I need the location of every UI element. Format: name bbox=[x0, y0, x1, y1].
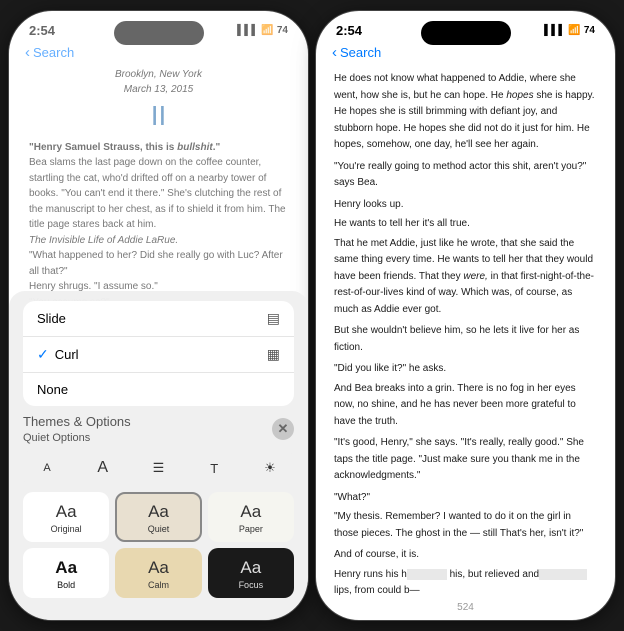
book-content: Brooklyn, New YorkMarch 13, 2015 II "Hen… bbox=[9, 67, 308, 326]
theme-focus[interactable]: Aa Focus bbox=[208, 548, 294, 598]
right-wifi-icon: 📶 bbox=[568, 25, 580, 36]
reading-content: He does not know what happened to Addie,… bbox=[316, 67, 615, 596]
theme-label-quiet: Quiet bbox=[148, 524, 170, 534]
left-back-button[interactable]: ‹ Search bbox=[25, 44, 74, 61]
none-label: None bbox=[37, 382, 68, 397]
option-left-slide: Slide bbox=[37, 311, 66, 326]
themes-title: Themes & Options Quiet Options bbox=[23, 414, 131, 444]
theme-aa-paper: Aa bbox=[216, 502, 286, 522]
back-chevron-icon: ‹ bbox=[25, 44, 30, 61]
left-screen: 2:54 ▌▌▌ 📶 74 ‹ Search Brooklyn, New bbox=[9, 11, 308, 620]
check-icon: ✓ bbox=[37, 346, 49, 363]
dynamic-island-left bbox=[114, 21, 204, 45]
theme-label-bold: Bold bbox=[57, 580, 75, 590]
app-container: 2:54 ▌▌▌ 📶 74 ‹ Search Brooklyn, New bbox=[0, 0, 624, 631]
slide-icon: ▤ bbox=[267, 310, 280, 327]
theme-grid: Aa Original Aa Quiet Aa Paper Aa Bold bbox=[23, 492, 294, 598]
right-back-button[interactable]: ‹ Search bbox=[332, 44, 381, 61]
theme-label-paper: Paper bbox=[239, 524, 263, 534]
themes-header: Themes & Options Quiet Options ✕ bbox=[23, 414, 294, 444]
close-button[interactable]: ✕ bbox=[272, 418, 294, 440]
slide-option-slide[interactable]: Slide ▤ bbox=[23, 301, 294, 337]
curl-label: Curl bbox=[55, 347, 79, 362]
theme-aa-calm: Aa bbox=[123, 558, 193, 578]
right-time: 2:54 bbox=[336, 23, 362, 38]
right-back-chevron-icon: ‹ bbox=[332, 44, 337, 61]
theme-bold[interactable]: Aa Bold bbox=[23, 548, 109, 598]
theme-label-calm: Calm bbox=[148, 580, 169, 590]
curl-icon: ▦ bbox=[267, 346, 280, 363]
book-location: Brooklyn, New YorkMarch 13, 2015 bbox=[29, 67, 288, 97]
right-phone: 2:54 ▌▌▌ 📶 74 ‹ Search He does not know … bbox=[315, 10, 616, 621]
slide-option-none[interactable]: None bbox=[23, 373, 294, 406]
left-nav-bar: ‹ Search bbox=[9, 42, 308, 67]
right-nav-bar: ‹ Search bbox=[316, 42, 615, 67]
overlay-panel: Slide ▤ ✓ Curl ▦ None bbox=[9, 291, 308, 620]
brightness-button[interactable]: ☀ bbox=[254, 454, 286, 482]
right-status-icons: ▌▌▌ 📶 74 bbox=[544, 25, 595, 36]
theme-aa-bold: Aa bbox=[31, 558, 101, 578]
theme-label-original: Original bbox=[51, 524, 82, 534]
theme-aa-original: Aa bbox=[31, 502, 101, 522]
theme-original[interactable]: Aa Original bbox=[23, 492, 109, 542]
wifi-icon: 📶 bbox=[261, 25, 273, 36]
signal-icon: ▌▌▌ bbox=[237, 25, 258, 36]
slide-label: Slide bbox=[37, 311, 66, 326]
theme-quiet[interactable]: Aa Quiet bbox=[115, 492, 201, 542]
slide-option-curl[interactable]: ✓ Curl ▦ bbox=[23, 337, 294, 373]
left-time: 2:54 bbox=[29, 23, 55, 38]
left-status-icons: ▌▌▌ 📶 74 bbox=[237, 25, 288, 36]
battery-icon: 74 bbox=[277, 25, 288, 36]
themes-subtitle: Quiet Options bbox=[23, 432, 90, 444]
font-toolbar: A A ☰ T ☀ bbox=[23, 450, 294, 486]
right-screen: 2:54 ▌▌▌ 📶 74 ‹ Search He does not know … bbox=[316, 11, 615, 620]
slide-options-list: Slide ▤ ✓ Curl ▦ None bbox=[23, 301, 294, 406]
theme-calm[interactable]: Aa Calm bbox=[115, 548, 201, 598]
dynamic-island-right bbox=[421, 21, 511, 45]
theme-aa-quiet: Aa bbox=[123, 502, 193, 522]
theme-aa-focus: Aa bbox=[216, 558, 286, 578]
option-left-none: None bbox=[37, 382, 68, 397]
right-battery-icon: 74 bbox=[584, 25, 595, 36]
theme-paper[interactable]: Aa Paper bbox=[208, 492, 294, 542]
themes-title-text: Themes & Options bbox=[23, 414, 131, 429]
font-button[interactable]: T bbox=[198, 454, 230, 482]
book-chapter: II bbox=[29, 101, 288, 132]
font-size-decrease-button[interactable]: A bbox=[31, 454, 63, 482]
page-number: 524 bbox=[316, 596, 615, 619]
line-spacing-button[interactable]: ☰ bbox=[143, 454, 175, 482]
right-back-label: Search bbox=[340, 45, 381, 60]
right-signal-icon: ▌▌▌ bbox=[544, 25, 565, 36]
theme-label-focus: Focus bbox=[239, 580, 264, 590]
book-header: Brooklyn, New YorkMarch 13, 2015 II bbox=[29, 67, 288, 132]
reading-text: He does not know what happened to Addie,… bbox=[334, 71, 597, 596]
back-label: Search bbox=[33, 45, 74, 60]
left-phone: 2:54 ▌▌▌ 📶 74 ‹ Search Brooklyn, New bbox=[8, 10, 309, 621]
option-left-curl: ✓ Curl bbox=[37, 346, 79, 363]
font-size-increase-button[interactable]: A bbox=[87, 454, 119, 482]
